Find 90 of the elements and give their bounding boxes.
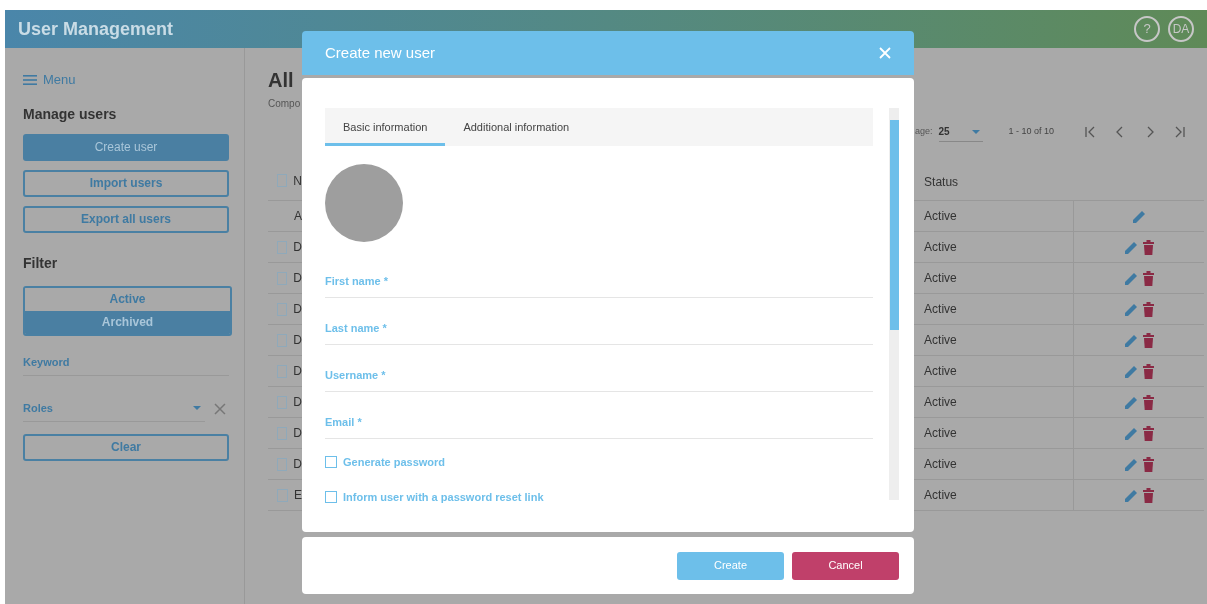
edit-icon[interactable]	[1124, 425, 1139, 441]
checkbox[interactable]	[277, 333, 288, 347]
edit-icon[interactable]	[1124, 239, 1139, 255]
filter-toggle[interactable]: Archived	[25, 310, 230, 334]
table-cell-text: D	[293, 301, 302, 318]
page-range: 1 - 10 of 10	[1008, 125, 1055, 139]
table-cell-text: D	[293, 332, 302, 349]
page-title: All	[268, 68, 295, 92]
table-cell-text: Active	[924, 456, 957, 473]
caret-icon[interactable]	[971, 129, 980, 134]
trash-icon[interactable]	[1143, 456, 1155, 472]
table-cell-text: Active	[924, 394, 957, 411]
first-page-icon[interactable]	[1084, 126, 1097, 138]
checkbox[interactable]	[277, 364, 288, 378]
table-cell-text: D	[293, 425, 302, 442]
trash-icon[interactable]	[1143, 363, 1155, 379]
page-subtitle: Compo	[268, 97, 301, 111]
text-field[interactable]: First name *	[325, 266, 873, 298]
checkbox-label: Generate password	[343, 455, 446, 470]
checkbox[interactable]	[325, 490, 337, 503]
table-cell-text: D	[293, 456, 302, 473]
table-cell-text: Active	[924, 332, 957, 349]
app-title: User Management	[18, 17, 175, 41]
trash-icon[interactable]	[1143, 270, 1155, 286]
checkbox[interactable]	[277, 457, 288, 471]
table-cell-text: Active	[924, 425, 957, 442]
table-cell-text: A	[294, 208, 302, 225]
table-cell-text: Active	[924, 487, 957, 504]
edit-icon[interactable]	[1132, 208, 1147, 224]
trash-icon[interactable]	[1143, 487, 1155, 503]
edit-icon[interactable]	[1124, 456, 1139, 472]
checkbox[interactable]	[277, 395, 288, 409]
scrollbar[interactable]	[889, 108, 899, 500]
table-cell-text: Active	[924, 208, 957, 225]
column-header: N	[293, 172, 302, 190]
trash-icon[interactable]	[1143, 394, 1155, 410]
table-cell-text: D	[293, 394, 302, 411]
menu-link[interactable]: Menu	[43, 70, 76, 90]
checkbox[interactable]	[277, 240, 288, 254]
trash-icon[interactable]	[1143, 332, 1155, 348]
edit-icon[interactable]	[1124, 301, 1139, 317]
checkbox[interactable]	[277, 488, 288, 502]
text-field[interactable]: Last name *	[325, 313, 873, 345]
trash-icon[interactable]	[1143, 425, 1155, 441]
text-field[interactable]: Username *	[325, 360, 873, 392]
table-cell-text: Active	[924, 270, 957, 287]
edit-icon[interactable]	[1124, 394, 1139, 410]
edit-icon[interactable]	[1124, 270, 1139, 286]
trash-icon[interactable]	[1143, 301, 1155, 317]
page-size-select[interactable]: 25	[938, 122, 983, 142]
table-cell-text: E	[294, 487, 302, 504]
table-cell-text: Active	[924, 301, 957, 318]
checkbox[interactable]	[277, 174, 288, 187]
trash-icon[interactable]	[1143, 239, 1155, 255]
keyword-field[interactable]: Keyword	[23, 349, 229, 376]
clear-button[interactable]: Clear	[23, 433, 229, 461]
column-header: Status	[924, 174, 959, 189]
menu-icon[interactable]	[23, 73, 37, 86]
sidebar-button[interactable]: Create user	[23, 133, 229, 161]
table-cell-text: Active	[924, 363, 957, 380]
help-button[interactable]: ?	[1134, 16, 1160, 42]
checkbox-label: Inform user with a password reset link	[343, 489, 544, 505]
checkbox[interactable]	[277, 426, 288, 440]
edit-icon[interactable]	[1124, 363, 1139, 379]
table-cell-text: D	[293, 363, 302, 380]
dialog-button[interactable]: Create	[677, 551, 784, 580]
caret-icon[interactable]	[193, 406, 202, 410]
section-title: Manage users	[23, 104, 118, 124]
dialog-button[interactable]: Cancel	[792, 551, 899, 580]
text-field[interactable]: Email *	[325, 407, 873, 439]
tab[interactable]: Basic information	[325, 108, 446, 146]
roles-dropdown[interactable]: Roles	[23, 395, 206, 422]
last-page-icon[interactable]	[1174, 126, 1187, 138]
table-cell-text: D	[293, 270, 302, 287]
tab[interactable]: Additional information	[445, 108, 588, 146]
clear-icon[interactable]	[214, 402, 226, 415]
checkbox[interactable]	[325, 456, 337, 469]
user-avatar[interactable]: DA	[1168, 16, 1194, 42]
table-cell-text: D	[293, 239, 302, 256]
edit-icon[interactable]	[1124, 332, 1139, 348]
sidebar-button[interactable]: Import users	[23, 169, 229, 197]
page-size-label: age:	[915, 125, 933, 139]
dialog-title: Create new user	[325, 42, 437, 63]
checkbox[interactable]	[277, 302, 288, 316]
close-icon[interactable]	[879, 47, 891, 59]
edit-icon[interactable]	[1124, 487, 1139, 503]
sidebar-button[interactable]: Export all users	[23, 205, 229, 233]
checkbox[interactable]	[277, 271, 288, 285]
filter-title: Filter	[23, 253, 59, 273]
table-cell-text: Active	[924, 239, 957, 256]
